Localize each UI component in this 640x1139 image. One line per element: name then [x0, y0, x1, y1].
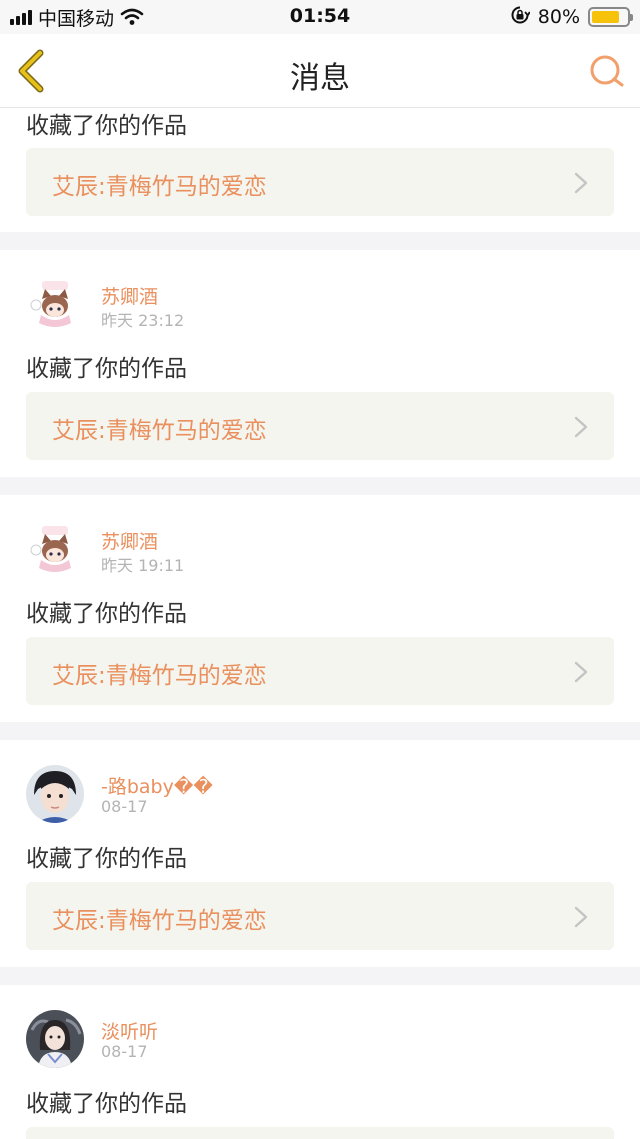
work-title: 艾辰:青梅竹马的爱恋 [52, 908, 267, 934]
work-link[interactable]: 艾辰:青梅竹马的爱恋 [26, 148, 614, 216]
page-title: 消息 [290, 61, 350, 96]
anime-cat-avatar[interactable] [26, 520, 84, 578]
chevron-right-icon [574, 172, 588, 194]
chevron-right-icon [574, 416, 588, 438]
message-action: 收藏了你的作品 [26, 1091, 187, 1117]
orientation-lock-icon [510, 5, 531, 30]
username[interactable]: 苏卿酒 [101, 282, 158, 309]
message-action: 收藏了你的作品 [26, 601, 187, 627]
search-icon[interactable] [586, 51, 626, 91]
message-time: 昨天 19:11 [101, 556, 185, 575]
message-feed[interactable]: 收藏了你的作品 艾辰:青梅竹马的爱恋 苏卿酒 昨天 23:12 收藏了你的作品 … [0, 108, 640, 1139]
status-right: 80% [510, 5, 633, 30]
username[interactable]: 淡听听 [101, 1017, 158, 1044]
message-card: 苏卿酒 昨天 19:11 收藏了你的作品 艾辰:青梅竹马的爱恋 [0, 495, 640, 722]
work-link[interactable]: 艾辰:青梅竹马的爱恋 [26, 882, 614, 950]
message-time: 08-17 [101, 1042, 148, 1061]
message-action: 收藏了你的作品 [26, 846, 187, 872]
chevron-right-icon [574, 661, 588, 683]
work-link[interactable]: 艾辰:青梅竹马的爱恋 [26, 392, 614, 460]
message-card: 收藏了你的作品 艾辰:青梅竹马的爱恋 [0, 108, 640, 232]
message-card: -路baby�� 08-17 收藏了你的作品 艾辰:青梅竹马的爱恋 [0, 740, 640, 967]
battery-icon [588, 7, 633, 27]
girl-photo-avatar[interactable] [26, 1010, 84, 1068]
message-card: 苏卿酒 昨天 23:12 收藏了你的作品 艾辰:青梅竹马的爱恋 [0, 250, 640, 477]
work-title: 艾辰:青梅竹马的爱恋 [52, 663, 267, 689]
work-link[interactable] [26, 1127, 614, 1139]
message-time: 08-17 [101, 797, 148, 816]
message-card: 淡听听 08-17 收藏了你的作品 [0, 985, 640, 1139]
work-title: 艾辰:青梅竹马的爱恋 [52, 174, 267, 200]
username[interactable]: 苏卿酒 [101, 527, 158, 554]
message-time: 昨天 23:12 [101, 311, 185, 330]
nav-bar: 消息 [0, 34, 640, 108]
work-title: 艾辰:青梅竹马的爱恋 [52, 418, 267, 444]
username[interactable]: -路baby�� [101, 772, 213, 799]
anime-cat-avatar[interactable] [26, 275, 84, 333]
battery-level [592, 11, 620, 23]
work-link[interactable]: 艾辰:青梅竹马的爱恋 [26, 637, 614, 705]
battery-percent: 80% [537, 6, 580, 28]
message-action: 收藏了你的作品 [26, 113, 187, 139]
message-action: 收藏了你的作品 [26, 356, 187, 382]
status-bar: 中国移动 01:54 80% [0, 0, 640, 34]
boy-photo-avatar[interactable] [26, 765, 84, 823]
chevron-right-icon [574, 906, 588, 928]
